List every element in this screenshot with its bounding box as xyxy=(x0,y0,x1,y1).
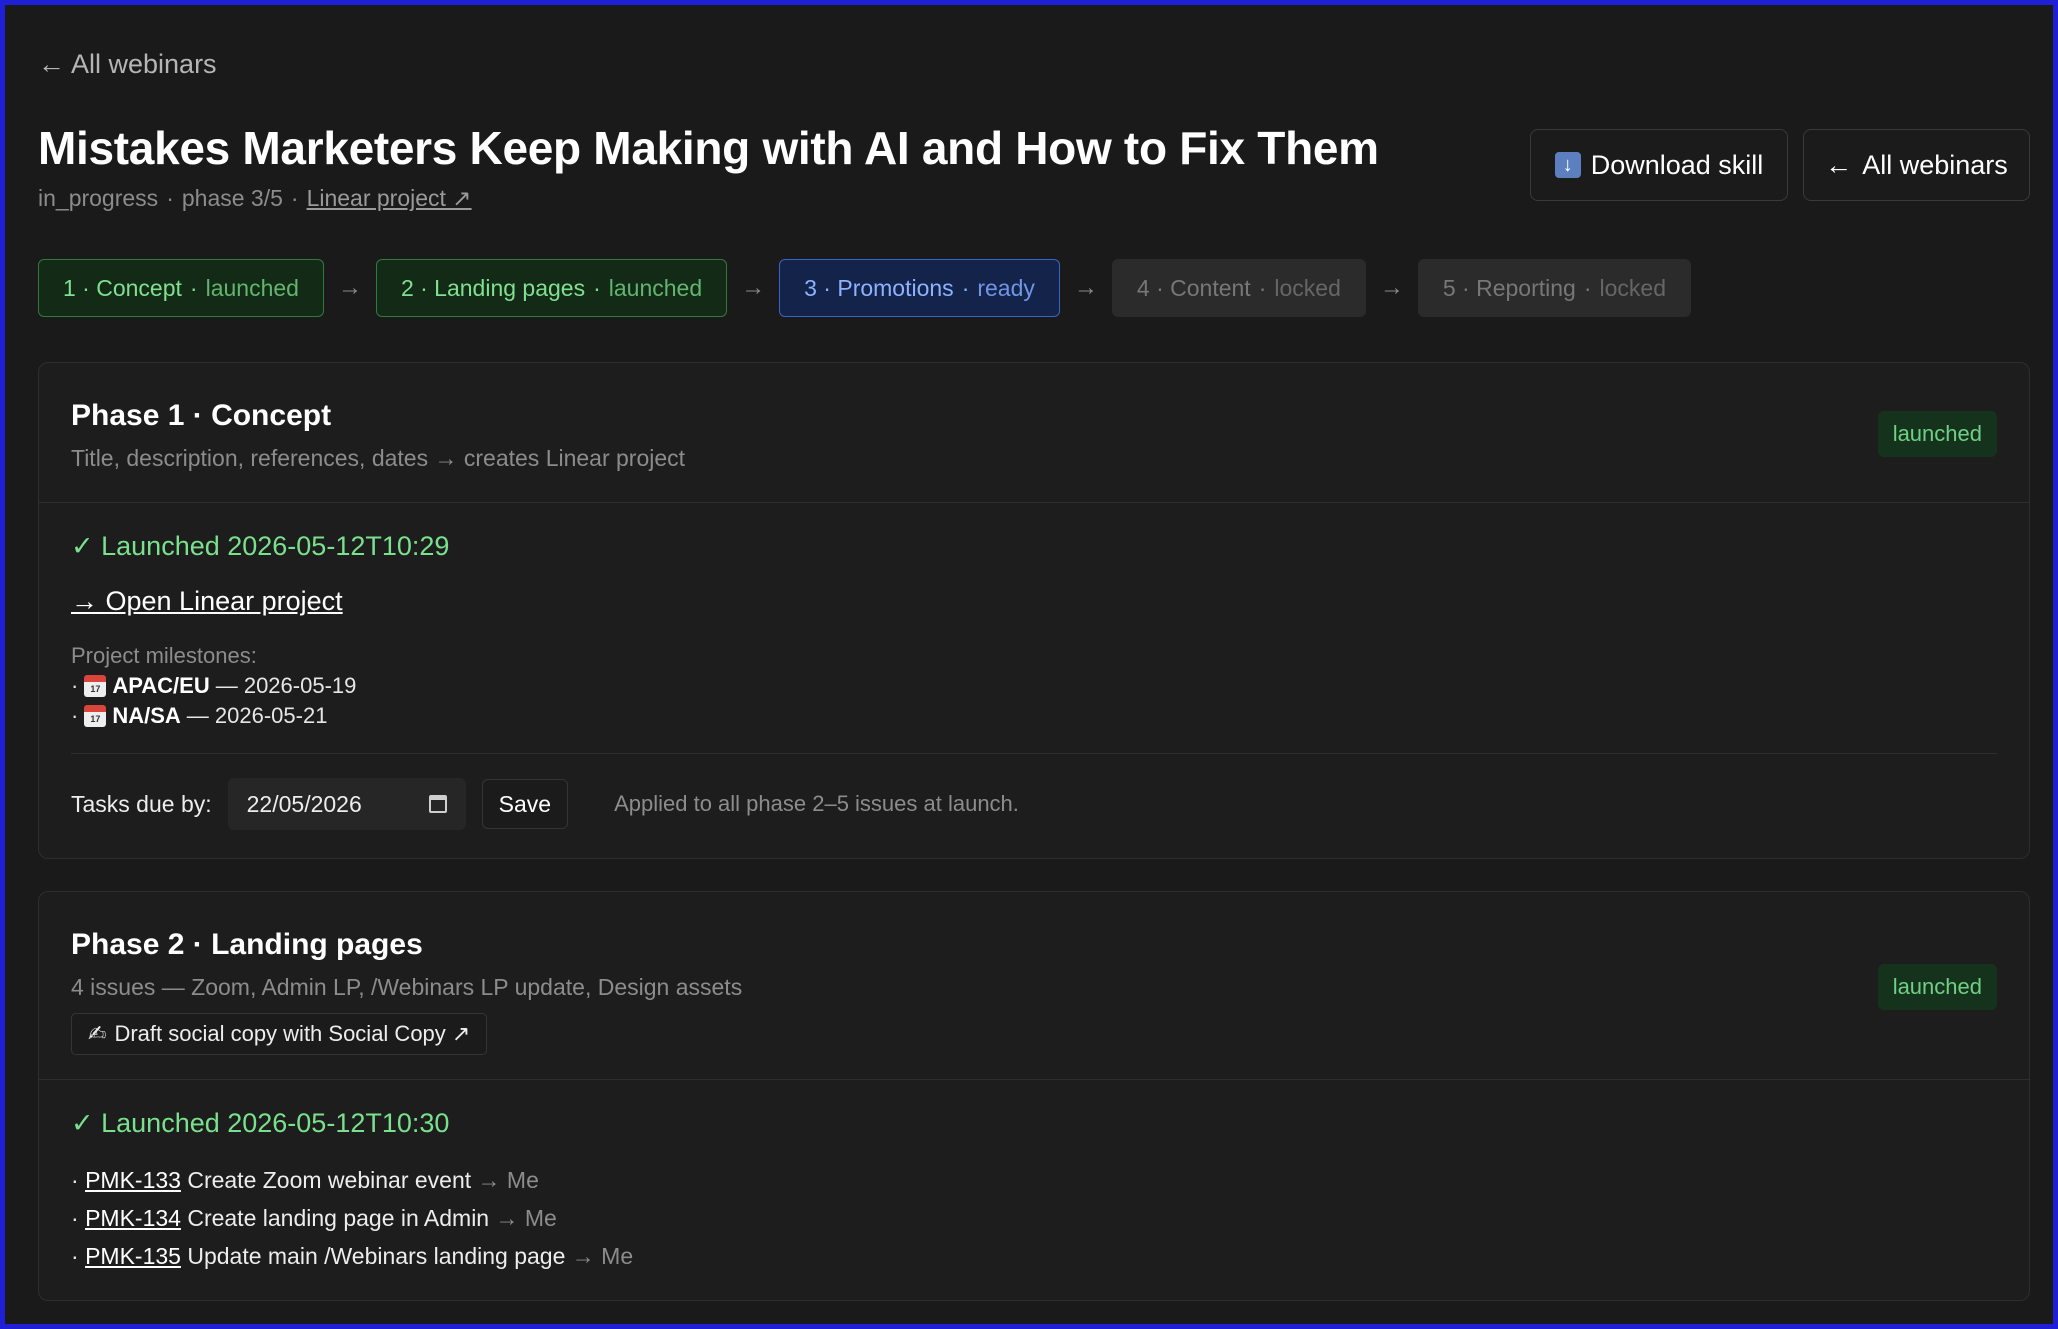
tasks-due-date-input[interactable]: 22/05/2026 xyxy=(227,778,466,830)
download-skill-label: Download skill xyxy=(1590,149,1764,180)
launched-timestamp: ✓ Launched 2026-05-12T10:30 xyxy=(71,1108,450,1138)
calendar-icon: 17 xyxy=(84,705,107,727)
save-button[interactable]: Save xyxy=(481,779,569,829)
webinar-meta: in_progress · phase 3/5 · Linear project… xyxy=(38,185,472,212)
milestone-item: · 17 NA/SA — 2026-05-21 xyxy=(71,701,1997,731)
list-item: · PMK-133 Create Zoom webinar event → Me xyxy=(71,1167,539,1193)
open-linear-project-link[interactable]: → Open Linear project xyxy=(71,586,343,617)
draft-social-copy-label: Draft social copy with Social Copy ↗ xyxy=(114,1021,471,1046)
issue-key-link[interactable]: PMK-134 xyxy=(85,1205,181,1231)
all-webinars-label: All webinars xyxy=(1862,149,2008,180)
issue-assignee: → Me xyxy=(477,1167,539,1193)
tasks-due-label: Tasks due by: xyxy=(71,790,212,817)
writing-hand-icon: ✍ xyxy=(88,1021,107,1046)
step-label: 4 · Content xyxy=(1136,274,1251,301)
step-state: ready xyxy=(977,274,1035,301)
phase-1-card: Phase 1 · Concept Title, description, re… xyxy=(38,362,2030,859)
list-item: · PMK-135 Update main /Webinars landing … xyxy=(71,1243,634,1269)
arrow-right-icon: → xyxy=(337,274,362,301)
issue-title: Create Zoom webinar event xyxy=(187,1167,472,1193)
phase-1-title: Phase 1 · Concept xyxy=(71,399,332,432)
date-value: 22/05/2026 xyxy=(246,790,362,817)
back-link-label: All webinars xyxy=(71,49,217,79)
back-to-webinars-link[interactable]: ← All webinars xyxy=(38,49,217,80)
calendar-icon: 17 xyxy=(84,675,107,697)
step-state: locked xyxy=(1274,274,1341,301)
calendar-icon[interactable] xyxy=(428,795,447,813)
separator-dot: · xyxy=(1258,274,1267,301)
milestone-date: — 2026-05-19 xyxy=(215,673,357,698)
arrow-right-icon: → xyxy=(1379,274,1404,301)
tasks-due-hint: Applied to all phase 2–5 issues at launc… xyxy=(614,791,1019,816)
step-label: 3 · Promotions xyxy=(804,274,954,301)
step-reporting: 5 · Reporting · locked xyxy=(1417,259,1691,317)
status-badge: launched xyxy=(1877,411,1997,457)
phase-stepper: 1 · Concept · launched → 2 · Landing pag… xyxy=(38,259,1691,317)
step-state: locked xyxy=(1599,274,1666,301)
step-promotions[interactable]: 3 · Promotions · ready xyxy=(779,259,1060,317)
separator-dot: · xyxy=(593,274,601,301)
milestone-name: APAC/EU xyxy=(112,673,210,698)
phase-2-title: Phase 2 · Landing pages xyxy=(71,928,423,961)
phase-text: phase 3/5 xyxy=(181,185,283,211)
separator-dot: · xyxy=(1583,274,1592,301)
step-landing-pages[interactable]: 2 · Landing pages · launched xyxy=(375,259,728,317)
step-state: launched xyxy=(608,274,703,301)
download-icon: ↓ xyxy=(1554,152,1581,178)
step-label: 1 · Concept xyxy=(63,274,182,301)
issue-key-link[interactable]: PMK-133 xyxy=(85,1167,181,1193)
launched-timestamp: ✓ Launched 2026-05-12T10:29 xyxy=(71,531,450,561)
status-text: in_progress xyxy=(38,185,159,211)
step-label: 2 · Landing pages xyxy=(400,274,586,301)
divider xyxy=(71,753,1997,754)
milestones-label: Project milestones: xyxy=(71,643,257,668)
separator-dot: · xyxy=(290,185,299,211)
page-title: Mistakes Marketers Keep Making with AI a… xyxy=(38,122,1379,174)
list-item: · PMK-134 Create landing page in Admin →… xyxy=(71,1205,557,1231)
milestone-name: NA/SA xyxy=(112,703,181,728)
project-milestones: Project milestones: · 17 APAC/EU — 2026-… xyxy=(71,641,1997,731)
status-badge: launched xyxy=(1877,964,1997,1010)
arrow-left-icon: ← xyxy=(1825,149,1853,180)
arrow-right-icon: → xyxy=(741,274,766,301)
step-content: 4 · Content · locked xyxy=(1111,259,1366,317)
draft-social-copy-button[interactable]: ✍ Draft social copy with Social Copy ↗ xyxy=(71,1013,488,1055)
phase-2-header: Phase 2 · Landing pages 4 issues — Zoom,… xyxy=(39,892,2029,1080)
phase-1-header: Phase 1 · Concept Title, description, re… xyxy=(39,363,2029,503)
milestone-date: — 2026-05-21 xyxy=(186,703,328,728)
issue-title: Create landing page in Admin xyxy=(187,1205,490,1231)
step-concept[interactable]: 1 · Concept · launched xyxy=(38,259,324,317)
step-state: launched xyxy=(205,274,299,301)
separator-dot: · xyxy=(166,185,174,211)
separator-dot: · xyxy=(961,274,970,301)
issue-key-link[interactable]: PMK-135 xyxy=(85,1243,181,1269)
linear-project-link[interactable]: Linear project ↗ xyxy=(307,185,472,212)
step-label: 5 · Reporting xyxy=(1442,274,1576,301)
arrow-left-icon: ← xyxy=(38,49,65,79)
phase-2-body: ✓ Launched 2026-05-12T10:30 · PMK-133 Cr… xyxy=(39,1080,2029,1275)
issue-list: · PMK-133 Create Zoom webinar event → Me… xyxy=(71,1161,1997,1275)
issue-title: Update main /Webinars landing page xyxy=(187,1243,566,1269)
tasks-due-row: Tasks due by: 22/05/2026 Save Applied to… xyxy=(71,778,1997,830)
window-frame: ← All webinars Mistakes Marketers Keep M… xyxy=(0,0,2058,1329)
phase-1-subtitle: Title, description, references, dates → … xyxy=(71,445,686,471)
separator-dot: · xyxy=(189,274,198,301)
issue-assignee: → Me xyxy=(571,1243,634,1269)
all-webinars-button[interactable]: ← All webinars xyxy=(1803,129,2030,201)
phase-2-subtitle: 4 issues — Zoom, Admin LP, /Webinars LP … xyxy=(71,974,743,1000)
issue-assignee: → Me xyxy=(495,1205,557,1231)
arrow-right-icon: → xyxy=(1073,274,1098,301)
download-skill-button[interactable]: ↓ Download skill xyxy=(1530,129,1788,201)
phase-1-body: ✓ Launched 2026-05-12T10:29 → Open Linea… xyxy=(39,503,2029,830)
phase-2-card: Phase 2 · Landing pages 4 issues — Zoom,… xyxy=(38,891,2030,1301)
milestone-item: · 17 APAC/EU — 2026-05-19 xyxy=(71,671,1997,701)
